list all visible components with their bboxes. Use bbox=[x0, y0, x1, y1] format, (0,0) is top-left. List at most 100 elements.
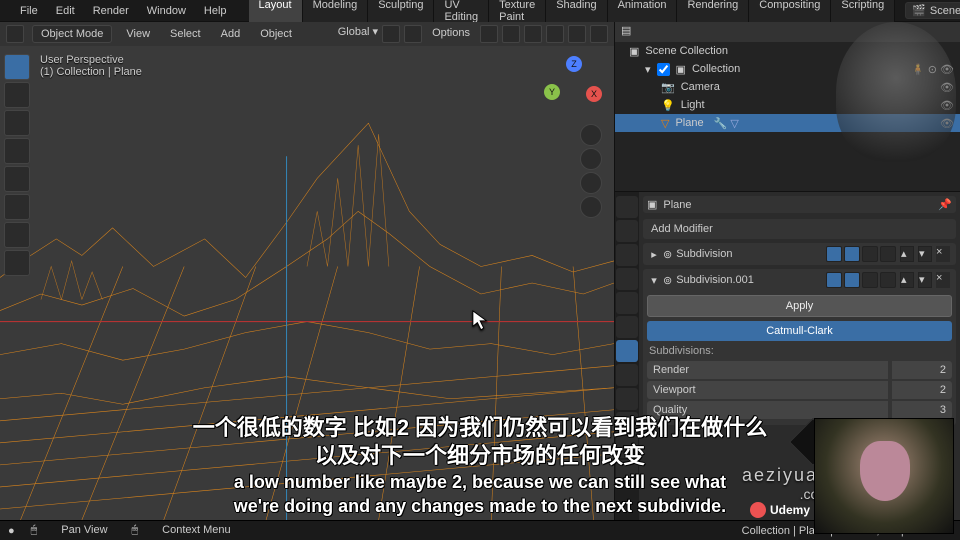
shading-wireframe-icon[interactable] bbox=[524, 25, 542, 43]
mod-show-render-icon[interactable] bbox=[826, 246, 842, 262]
render-subdiv-value[interactable]: 2 bbox=[892, 361, 952, 379]
tool-measure-icon[interactable] bbox=[4, 250, 30, 276]
catmull-clark-button[interactable]: Catmull-Clark bbox=[647, 321, 952, 341]
expand-arrow-icon[interactable]: ▸ bbox=[649, 248, 659, 261]
expand-arrow-icon[interactable]: ▾ bbox=[649, 274, 659, 287]
delete-modifier-icon[interactable]: × bbox=[936, 272, 950, 288]
tool-transform-icon[interactable] bbox=[4, 194, 30, 220]
menu-edit[interactable]: Edit bbox=[48, 3, 83, 19]
scene-selector[interactable]: 🎬Scene bbox=[905, 2, 960, 19]
toolbar-left bbox=[4, 54, 30, 276]
plane-label: Plane bbox=[675, 117, 703, 129]
mod-show-edit-icon[interactable] bbox=[862, 246, 878, 262]
tool-annotate-icon[interactable] bbox=[4, 222, 30, 248]
prop-tab-render-icon[interactable] bbox=[616, 196, 638, 218]
mod-show-edit-icon[interactable] bbox=[862, 272, 878, 288]
options-dropdown[interactable]: Options bbox=[426, 25, 476, 43]
editor-type-icon[interactable] bbox=[6, 25, 24, 43]
prop-tab-material-icon[interactable] bbox=[616, 460, 638, 482]
camera-label: Camera bbox=[681, 81, 720, 93]
transform-orientation[interactable]: Global ▾ bbox=[338, 25, 378, 43]
tool-rotate-icon[interactable] bbox=[4, 138, 30, 164]
status-mouse-icon: 🖱 bbox=[31, 524, 38, 537]
mod-show-cage-icon[interactable] bbox=[880, 272, 896, 288]
camera-view-icon[interactable] bbox=[580, 172, 602, 194]
move-down-icon[interactable]: ▾ bbox=[918, 246, 932, 262]
camera-icon: 📷 bbox=[661, 81, 675, 94]
viewport-header: Object Mode View Select Add Object Globa… bbox=[0, 22, 614, 46]
viewport-subdiv-value[interactable]: 2 bbox=[892, 381, 952, 399]
proportional-edit-icon[interactable] bbox=[404, 25, 422, 43]
mod-show-viewport-icon[interactable] bbox=[844, 246, 860, 262]
ortho-toggle-icon[interactable] bbox=[580, 196, 602, 218]
scene-name: Scene bbox=[930, 5, 960, 17]
prop-tab-output-icon[interactable] bbox=[616, 220, 638, 242]
pin-icon[interactable]: 📌 bbox=[938, 198, 952, 211]
gizmo-z-axis[interactable]: Z bbox=[566, 56, 582, 72]
collection-visibility-checkbox[interactable] bbox=[657, 63, 670, 76]
prop-tab-object-icon[interactable] bbox=[616, 316, 638, 338]
vp-menu-add[interactable]: Add bbox=[215, 26, 247, 42]
apply-modifier-button[interactable]: Apply bbox=[647, 295, 952, 317]
tool-scale-icon[interactable] bbox=[4, 166, 30, 192]
vp-menu-view[interactable]: View bbox=[120, 26, 156, 42]
prop-tab-mesh-icon[interactable] bbox=[616, 436, 638, 458]
subdiv-icon: ⊚ bbox=[663, 248, 672, 261]
tool-move-icon[interactable] bbox=[4, 110, 30, 136]
prop-tab-particles-icon[interactable] bbox=[616, 364, 638, 386]
quality-value[interactable]: 3 bbox=[892, 401, 952, 419]
prop-tab-scene-icon[interactable] bbox=[616, 268, 638, 290]
add-modifier-dropdown[interactable]: Add Modifier bbox=[643, 219, 956, 239]
tool-select-box-icon[interactable] bbox=[4, 54, 30, 80]
viewport-info-overlay: User Perspective (1) Collection | Plane bbox=[40, 54, 142, 78]
mod-show-viewport-icon[interactable] bbox=[844, 272, 860, 288]
menu-render[interactable]: Render bbox=[85, 3, 137, 19]
nav-gizmo[interactable]: Z Y X bbox=[544, 56, 602, 114]
modifier-name[interactable]: Subdivision bbox=[676, 248, 822, 260]
pan-icon[interactable] bbox=[580, 148, 602, 170]
mod-show-cage-icon[interactable] bbox=[880, 246, 896, 262]
tool-cursor-icon[interactable] bbox=[4, 82, 30, 108]
menu-file[interactable]: File bbox=[12, 3, 46, 19]
zoom-icon[interactable] bbox=[580, 124, 602, 146]
mesh-data-icon: ▣ bbox=[647, 198, 657, 211]
funnel-icon[interactable]: ▤ bbox=[621, 25, 631, 37]
prop-tab-modifier-icon[interactable] bbox=[616, 340, 638, 362]
properties-object-title: ▣ Plane 📌 bbox=[643, 196, 956, 213]
prop-tab-viewlayer-icon[interactable] bbox=[616, 244, 638, 266]
object-name-field[interactable]: Plane bbox=[663, 199, 691, 211]
shading-matprev-icon[interactable] bbox=[568, 25, 586, 43]
mod-show-render-icon[interactable] bbox=[826, 272, 842, 288]
modifier-subdivision-001: ▾ ⊚ Subdivision.001 ▴ ▾ × bbox=[643, 269, 956, 425]
status-context-hint: Context Menu bbox=[162, 524, 230, 537]
overlay-toggle-icon[interactable] bbox=[480, 25, 498, 43]
shading-solid-icon[interactable] bbox=[546, 25, 564, 43]
move-up-icon[interactable]: ▴ bbox=[900, 246, 914, 262]
menu-help[interactable]: Help bbox=[196, 3, 235, 19]
collection-icon: ▣ bbox=[629, 45, 639, 58]
vp-menu-select[interactable]: Select bbox=[164, 26, 207, 42]
active-object-label: (1) Collection | Plane bbox=[40, 66, 142, 78]
snap-toggle-icon[interactable] bbox=[382, 25, 400, 43]
prop-tab-world-icon[interactable] bbox=[616, 292, 638, 314]
shading-rendered-icon[interactable] bbox=[590, 25, 608, 43]
viewport-canvas[interactable]: User Perspective (1) Collection | Plane … bbox=[0, 46, 614, 520]
delete-modifier-icon[interactable]: × bbox=[936, 246, 950, 262]
move-down-icon[interactable]: ▾ bbox=[918, 272, 932, 288]
status-record-icon: ● bbox=[8, 525, 15, 537]
mesh-icon: ▽ bbox=[661, 117, 669, 130]
collection-label: Collection bbox=[692, 63, 740, 75]
move-up-icon[interactable]: ▴ bbox=[900, 272, 914, 288]
interaction-mode-dropdown[interactable]: Object Mode bbox=[32, 25, 112, 43]
prop-tab-physics-icon[interactable] bbox=[616, 388, 638, 410]
prop-tab-constraints-icon[interactable] bbox=[616, 412, 638, 434]
menu-window[interactable]: Window bbox=[139, 3, 194, 19]
modifier-name[interactable]: Subdivision.001 bbox=[676, 274, 822, 286]
gizmo-y-axis[interactable]: Y bbox=[544, 84, 560, 100]
gizmo-x-axis[interactable]: X bbox=[586, 86, 602, 102]
wireframe-mesh bbox=[0, 46, 614, 520]
decorative-cat-image bbox=[836, 22, 956, 162]
properties-tab-bar bbox=[615, 192, 639, 520]
vp-menu-object[interactable]: Object bbox=[254, 26, 298, 42]
xray-toggle-icon[interactable] bbox=[502, 25, 520, 43]
